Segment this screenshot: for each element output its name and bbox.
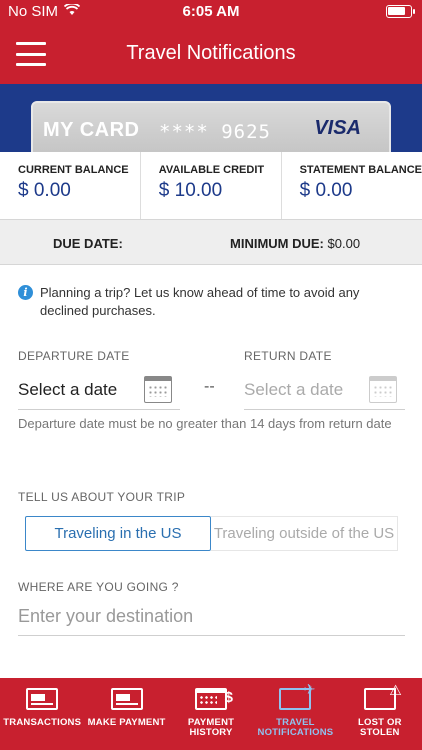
calendar-icon[interactable] [369,376,397,403]
info-text: Planning a trip? Let us know ahead of ti… [40,285,360,318]
minimum-due: MINIMUM DUE: $0.00 [230,236,360,251]
minimum-due-value: $0.00 [327,236,361,251]
statement-balance-label: STATEMENT BALANCE [299,164,422,176]
status-bar: No SIM 6:05 AM [0,0,422,24]
departure-date-value: Select a date [18,380,118,399]
credit-card[interactable]: MY CARD **** 9625 VISA [31,101,391,152]
battery-fill [388,7,405,15]
calendar-icon[interactable] [144,376,172,403]
visa-logo: VISA [314,117,361,139]
departure-date-field[interactable]: Select a date [18,368,180,410]
traveling-us-button[interactable]: Traveling in the US [25,516,211,551]
current-balance-value: $ 0.00 [18,180,71,201]
statement-balance-value: $ 0.00 [299,180,353,201]
card-number: **** 9625 [159,121,271,143]
balance-summary: CURRENT BALANCE $ 0.00 AVAILABLE CREDIT … [0,152,422,219]
return-date-placeholder: Select a date [244,380,344,399]
tab-make-payment[interactable]: MAKE PAYMENT [84,678,168,750]
destination-label: WHERE ARE YOU GOING ? [18,580,179,594]
page-title: Travel Notifications [126,42,296,64]
card-name: MY CARD [43,119,140,141]
card-banner: MY CARD **** 9625 VISA [0,84,422,152]
tab-label: PAYMENT HISTORY [187,717,235,738]
bottom-tab-bar: TRANSACTIONS MAKE PAYMENT PAYMENT HISTOR… [0,678,422,750]
tab-label: MAKE PAYMENT [87,717,166,728]
minimum-due-label: MINIMUM DUE: [230,236,324,251]
tab-label: TRAVEL NOTIFICATIONS [257,717,334,738]
date-helper-text: Departure date must be no greater than 1… [18,416,392,431]
tab-label: LOST OR STOLEN [358,717,402,738]
available-credit: AVAILABLE CREDIT $ 10.00 [139,152,281,219]
traveling-outside-us-button[interactable]: Traveling outside of the US [211,516,398,551]
card-alert-icon [363,682,402,710]
card-icon [110,688,143,710]
calendar-dollar-icon [195,688,233,710]
due-bar: DUE DATE: MINIMUM DUE: $0.00 [0,219,422,265]
card-plane-icon [279,681,315,710]
statement-balance: STATEMENT BALANCE $ 0.00 [280,152,422,219]
available-credit-value: $ 10.00 [158,180,223,201]
battery-icon [386,5,415,18]
tab-label: TRANSACTIONS [3,717,82,728]
departure-date-label: DEPARTURE DATE [18,349,130,363]
tab-lost-or-stolen[interactable]: LOST OR STOLEN [338,678,422,750]
current-balance-label: CURRENT BALANCE [18,164,129,176]
current-balance: CURRENT BALANCE $ 0.00 [0,152,140,219]
info-message: i Planning a trip? Let us know ahead of … [18,284,408,320]
nav-bar: Travel Notifications [0,24,422,84]
due-date-label: DUE DATE: [53,236,123,251]
tab-transactions[interactable]: TRANSACTIONS [0,678,84,750]
trip-type-label: TELL US ABOUT YOUR TRIP [18,490,186,504]
trip-type-toggle: Traveling in the US Traveling outside of… [25,516,398,551]
available-credit-label: AVAILABLE CREDIT [158,164,265,176]
return-date-label: RETURN DATE [244,349,332,363]
status-time: 6:05 AM [182,3,240,20]
tab-payment-history[interactable]: PAYMENT HISTORY [169,678,253,750]
tab-travel-notifications[interactable]: TRAVEL NOTIFICATIONS [253,678,337,750]
destination-input[interactable] [18,598,405,636]
card-icon [26,688,59,710]
return-date-field[interactable]: Select a date [244,368,405,410]
info-icon: i [18,285,33,300]
date-separator: -- [204,378,215,395]
